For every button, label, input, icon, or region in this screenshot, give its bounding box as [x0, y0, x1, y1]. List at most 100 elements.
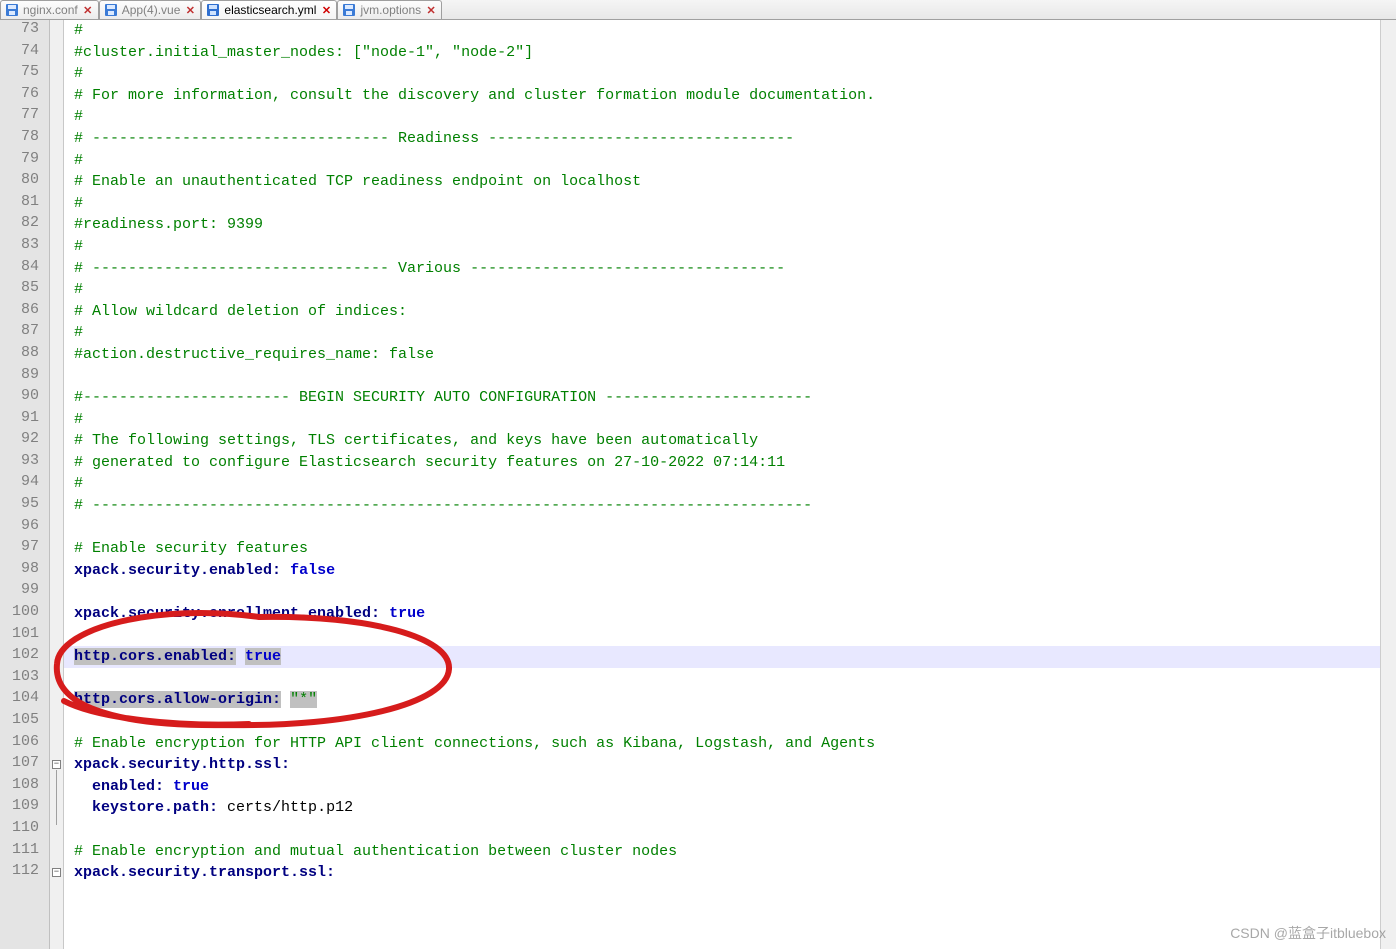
line-number: 77	[4, 106, 41, 128]
code-line[interactable]	[74, 366, 1396, 388]
line-number: 108	[4, 776, 41, 798]
code-line[interactable]: #	[74, 279, 1396, 301]
fold-toggle-icon[interactable]: −	[52, 868, 61, 877]
line-number: 96	[4, 517, 41, 539]
tab-elasticsearch-yml[interactable]: elasticsearch.yml ✕	[201, 0, 337, 19]
watermark: CSDN @蓝盒子itbluebox	[1230, 923, 1386, 943]
code-line[interactable]: #	[74, 63, 1396, 85]
line-number: 83	[4, 236, 41, 258]
code-line[interactable]	[74, 819, 1396, 841]
line-number: 84	[4, 258, 41, 280]
tab-nginx-conf[interactable]: nginx.conf ✕	[0, 0, 99, 19]
line-number: 73	[4, 20, 41, 42]
line-number: 102	[4, 646, 41, 668]
line-number: 92	[4, 430, 41, 452]
line-number: 104	[4, 689, 41, 711]
code-area[interactable]: ##cluster.initial_master_nodes: ["node-1…	[64, 20, 1396, 949]
line-number: 90	[4, 387, 41, 409]
code-line[interactable]: #	[74, 150, 1396, 172]
line-number: 89	[4, 366, 41, 388]
code-line[interactable]: #	[74, 409, 1396, 431]
code-line[interactable]: # --------------------------------- Vari…	[74, 258, 1396, 280]
code-line[interactable]: #action.destructive_requires_name: false	[74, 344, 1396, 366]
line-number: 95	[4, 495, 41, 517]
disk-icon	[342, 3, 356, 17]
code-line[interactable]	[74, 668, 1396, 690]
line-number: 106	[4, 733, 41, 755]
code-line[interactable]	[74, 517, 1396, 539]
code-line[interactable]: # --------------------------------------…	[74, 495, 1396, 517]
line-number: 80	[4, 171, 41, 193]
close-icon[interactable]: ✕	[320, 4, 332, 16]
code-line[interactable]: xpack.security.http.ssl:	[74, 754, 1396, 776]
line-number: 82	[4, 214, 41, 236]
disk-icon	[5, 3, 19, 17]
fold-column: −−	[50, 20, 64, 949]
code-line[interactable]: enabled: true	[74, 776, 1396, 798]
gutter: 7374757677787980818283848586878889909192…	[0, 20, 50, 949]
line-number: 78	[4, 128, 41, 150]
line-number: 86	[4, 301, 41, 323]
tab-label: nginx.conf	[23, 3, 78, 17]
code-line[interactable]	[74, 625, 1396, 647]
code-line[interactable]: #	[74, 236, 1396, 258]
line-number: 111	[4, 841, 41, 863]
line-number: 91	[4, 409, 41, 431]
code-line[interactable]: #	[74, 193, 1396, 215]
code-line[interactable]: #	[74, 20, 1396, 42]
code-line[interactable]: #cluster.initial_master_nodes: ["node-1"…	[74, 42, 1396, 64]
line-number: 87	[4, 322, 41, 344]
disk-icon	[104, 3, 118, 17]
line-number: 79	[4, 150, 41, 172]
code-line[interactable]: xpack.security.enabled: false	[74, 560, 1396, 582]
line-number: 107	[4, 754, 41, 776]
line-number: 112	[4, 862, 41, 884]
line-number: 103	[4, 668, 41, 690]
tab-label: elasticsearch.yml	[224, 3, 316, 17]
editor: 7374757677787980818283848586878889909192…	[0, 20, 1396, 949]
fold-toggle-icon[interactable]: −	[52, 760, 61, 769]
code-line[interactable]: #	[74, 322, 1396, 344]
code-line[interactable]: # The following settings, TLS certificat…	[74, 430, 1396, 452]
close-icon[interactable]: ✕	[425, 4, 437, 16]
line-number: 105	[4, 711, 41, 733]
code-line[interactable]: xpack.security.transport.ssl:	[74, 862, 1396, 884]
code-line[interactable]	[74, 711, 1396, 733]
code-line[interactable]: # generated to configure Elasticsearch s…	[74, 452, 1396, 474]
line-number: 99	[4, 581, 41, 603]
tab-label: jvm.options	[360, 3, 421, 17]
code-line[interactable]: http.cors.allow-origin: "*"	[74, 689, 1396, 711]
code-line[interactable]: #	[74, 106, 1396, 128]
close-icon[interactable]: ✕	[82, 4, 94, 16]
tab-jvm-options[interactable]: jvm.options ✕	[337, 0, 442, 19]
line-number: 110	[4, 819, 41, 841]
code-line[interactable]: # Enable encryption and mutual authentic…	[74, 841, 1396, 863]
code-line[interactable]: #	[74, 473, 1396, 495]
line-number: 93	[4, 452, 41, 474]
disk-icon	[206, 3, 220, 17]
line-number: 101	[4, 625, 41, 647]
close-icon[interactable]: ✕	[184, 4, 196, 16]
code-line[interactable]: # --------------------------------- Read…	[74, 128, 1396, 150]
line-number: 85	[4, 279, 41, 301]
code-line[interactable]: keystore.path: certs/http.p12	[74, 797, 1396, 819]
line-number: 76	[4, 85, 41, 107]
code-line[interactable]: # Enable security features	[74, 538, 1396, 560]
code-line[interactable]: # Allow wildcard deletion of indices:	[74, 301, 1396, 323]
tab-label: App(4).vue	[122, 3, 181, 17]
vertical-scrollbar[interactable]	[1380, 20, 1396, 949]
line-number: 94	[4, 473, 41, 495]
code-line[interactable]: #----------------------- BEGIN SECURITY …	[74, 387, 1396, 409]
code-line[interactable]	[74, 581, 1396, 603]
code-line[interactable]: # For more information, consult the disc…	[74, 85, 1396, 107]
code-line[interactable]: xpack.security.enrollment.enabled: true	[74, 603, 1396, 625]
line-number: 74	[4, 42, 41, 64]
tab-app-vue[interactable]: App(4).vue ✕	[99, 0, 202, 19]
code-line[interactable]: # Enable encryption for HTTP API client …	[74, 733, 1396, 755]
line-number: 97	[4, 538, 41, 560]
code-line[interactable]: #readiness.port: 9399	[74, 214, 1396, 236]
code-line[interactable]: # Enable an unauthenticated TCP readines…	[74, 171, 1396, 193]
tab-bar: nginx.conf ✕ App(4).vue ✕ elasticsearch.…	[0, 0, 1396, 20]
line-number: 81	[4, 193, 41, 215]
line-number: 109	[4, 797, 41, 819]
